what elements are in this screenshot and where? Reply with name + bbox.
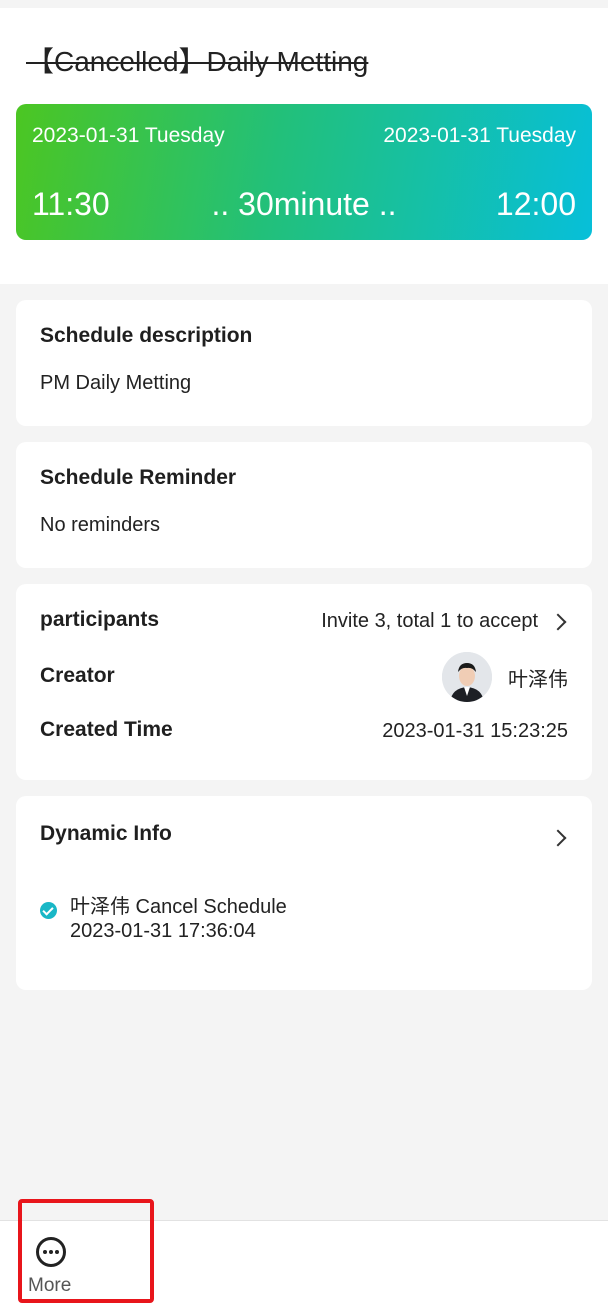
avatar xyxy=(442,652,492,702)
dynamic-info-card[interactable]: Dynamic Info 叶泽伟 Cancel Schedule 2023-01… xyxy=(16,796,592,990)
dynamic-item-time: 2023-01-31 17:36:04 xyxy=(70,920,256,942)
description-text: PM Daily Metting xyxy=(40,372,192,394)
more-button[interactable]: More xyxy=(18,1199,154,1303)
check-circle-icon xyxy=(40,902,57,919)
end-date: 2023-01-31 Tuesday xyxy=(383,124,576,147)
start-date: 2023-01-31 Tuesday xyxy=(32,124,225,147)
bottom-action-bar: More xyxy=(0,1199,608,1316)
more-label: More xyxy=(28,1275,72,1296)
reminder-heading: Schedule Reminder xyxy=(40,466,237,489)
creator-label: Creator xyxy=(40,664,115,687)
creator-row: 叶泽伟 xyxy=(442,652,568,702)
time-range-card: 2023-01-31 Tuesday 2023-01-31 Tuesday 11… xyxy=(16,104,592,240)
participants-card: participants Invite 3, total 1 to accept… xyxy=(16,584,592,780)
dynamic-heading: Dynamic Info xyxy=(40,822,172,845)
description-heading: Schedule description xyxy=(40,324,253,347)
participants-row[interactable]: Invite 3, total 1 to accept xyxy=(321,610,568,633)
created-time-row: 2023-01-31 15:23:25 xyxy=(382,720,568,743)
top-strip xyxy=(0,0,608,8)
participants-summary: Invite 3, total 1 to accept xyxy=(321,610,538,632)
reminder-text: No reminders xyxy=(40,514,161,536)
description-card: Schedule description PM Daily Metting xyxy=(16,300,592,426)
more-icon xyxy=(36,1237,66,1267)
end-time: 12:00 xyxy=(495,186,576,222)
created-time-value: 2023-01-31 15:23:25 xyxy=(382,720,568,742)
participants-heading: participants xyxy=(40,608,160,631)
schedule-header: 【Cancelled】Daily Metting 2023-01-31 Tues… xyxy=(0,8,608,284)
creator-name: 叶泽伟 xyxy=(508,668,568,691)
chevron-right-icon xyxy=(549,613,567,630)
reminder-card: Schedule Reminder No reminders xyxy=(16,442,592,568)
chevron-right-icon xyxy=(549,829,567,847)
schedule-title: 【Cancelled】Daily Metting xyxy=(26,46,369,77)
dynamic-item-text: 叶泽伟 Cancel Schedule xyxy=(70,896,287,918)
dynamic-more[interactable] xyxy=(538,829,568,847)
created-time-label: Created Time xyxy=(40,718,173,741)
